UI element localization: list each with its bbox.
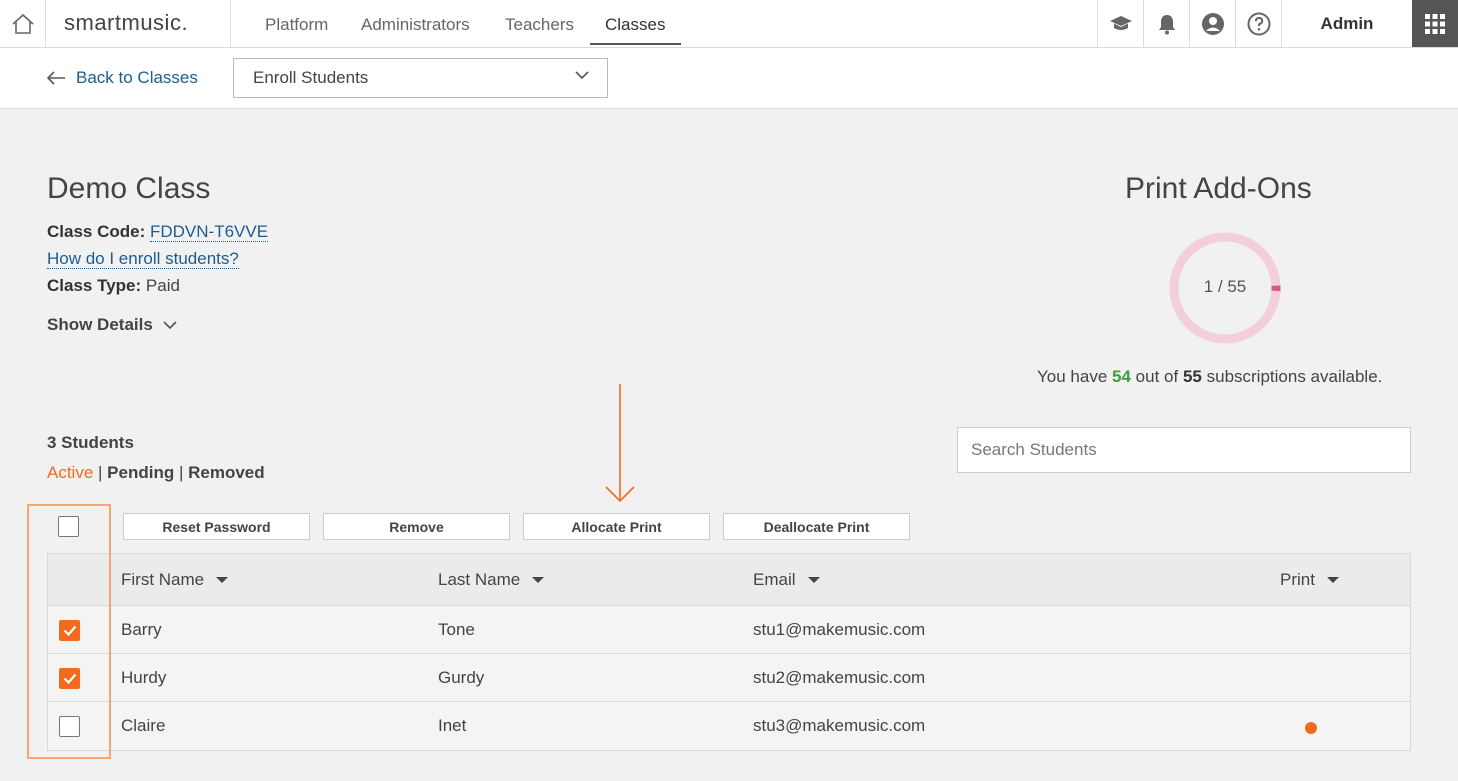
first-name-cell: Claire xyxy=(121,716,166,735)
chevron-down-icon xyxy=(575,71,589,80)
back-to-classes-link[interactable]: Back to Classes xyxy=(46,68,198,88)
column-last-name[interactable]: Last Name xyxy=(438,570,545,590)
subs-available: 54 xyxy=(1112,367,1131,386)
subs-prefix: You have xyxy=(1037,367,1108,386)
chevron-down-icon xyxy=(163,320,177,329)
divider xyxy=(230,0,231,47)
print-allocated-dot xyxy=(1305,722,1317,734)
class-type-value: Paid xyxy=(145,276,180,295)
annotation-arrow-icon xyxy=(605,384,635,503)
column-label: First Name xyxy=(121,570,205,589)
graduation-cap-icon xyxy=(1109,15,1132,30)
first-name-cell: Barry xyxy=(121,620,162,639)
bell-icon xyxy=(1158,14,1175,34)
top-navigation-bar: smartmusic. Platform Administrators Teac… xyxy=(0,0,1458,48)
class-view-select[interactable]: Enroll Students xyxy=(233,58,608,98)
smartmusic-logo[interactable]: smartmusic. xyxy=(64,10,188,36)
table-row[interactable]: Barry Tone stu1@makemusic.com xyxy=(48,606,1410,654)
home-button[interactable] xyxy=(0,0,46,47)
email-cell: stu3@makemusic.com xyxy=(753,716,926,735)
sub-header: Back to Classes Enroll Students xyxy=(0,48,1458,109)
show-details-toggle[interactable]: Show Details xyxy=(47,315,177,335)
column-label: Print xyxy=(1280,570,1315,589)
filter-active[interactable]: Active xyxy=(47,463,93,482)
remove-button[interactable]: Remove xyxy=(323,513,510,540)
email-cell: stu2@makemusic.com xyxy=(753,668,926,687)
class-code-value[interactable]: FDDVN-T6VVE xyxy=(149,222,269,242)
column-label: Last Name xyxy=(438,570,521,589)
reset-password-button[interactable]: Reset Password xyxy=(123,513,310,540)
email-cell: stu1@makemusic.com xyxy=(753,620,926,639)
class-code-label: Class Code: xyxy=(47,222,146,241)
sort-caret-icon xyxy=(1326,577,1339,583)
search-students-input[interactable] xyxy=(957,427,1411,473)
column-email[interactable]: Email xyxy=(753,570,820,590)
nav-administrators[interactable]: Administrators xyxy=(361,15,470,35)
nav-teachers[interactable]: Teachers xyxy=(505,15,574,35)
deallocate-print-button[interactable]: Deallocate Print xyxy=(723,513,910,540)
students-table: First Name Last Name Email Print Barry T… xyxy=(47,553,1411,751)
last-name-cell: Tone xyxy=(438,620,475,639)
filter-removed[interactable]: Removed xyxy=(188,463,265,482)
enroll-help-link[interactable]: How do I enroll students? xyxy=(47,249,239,269)
subscriptions-summary: You have 54 out of 55 subscriptions avai… xyxy=(1037,367,1382,387)
first-name-cell: Hurdy xyxy=(121,668,167,687)
selection-highlight-box xyxy=(27,504,111,759)
sort-caret-icon xyxy=(532,577,545,583)
filter-pending[interactable]: Pending xyxy=(107,463,174,482)
home-icon xyxy=(11,13,34,34)
filter-separator: | xyxy=(98,463,108,482)
table-header: First Name Last Name Email Print xyxy=(48,554,1410,606)
active-tab-indicator xyxy=(590,43,681,45)
nav-platform[interactable]: Platform xyxy=(265,15,328,35)
last-name-cell: Gurdy xyxy=(438,668,485,687)
filter-separator: | xyxy=(178,463,189,482)
notifications-button[interactable] xyxy=(1143,0,1189,47)
help-icon xyxy=(1247,12,1270,35)
allocate-print-button[interactable]: Allocate Print xyxy=(523,513,710,540)
admin-menu[interactable]: Admin xyxy=(1281,0,1412,47)
sort-caret-icon xyxy=(216,577,229,583)
column-first-name[interactable]: First Name xyxy=(121,570,229,590)
class-type-line: Class Type: Paid xyxy=(47,276,180,296)
apps-button[interactable] xyxy=(1412,0,1458,47)
enroll-help-line: How do I enroll students? xyxy=(47,249,239,269)
sort-caret-icon xyxy=(807,577,820,583)
courses-button[interactable] xyxy=(1097,0,1143,47)
subs-mid: out of xyxy=(1135,367,1179,386)
last-name-cell: Inet xyxy=(438,716,467,735)
account-button[interactable] xyxy=(1189,0,1235,47)
grid-icon xyxy=(1425,13,1445,34)
user-icon xyxy=(1201,12,1224,35)
select-value: Enroll Students xyxy=(253,68,369,87)
print-addons-title: Print Add-Ons xyxy=(1125,172,1312,205)
print-usage-label: 1 / 55 xyxy=(1203,277,1247,296)
help-button[interactable] xyxy=(1235,0,1281,47)
subs-suffix: subscriptions available. xyxy=(1206,367,1383,386)
status-filters: Active | Pending | Removed xyxy=(47,463,265,483)
column-label: Email xyxy=(753,570,796,589)
arrow-left-icon xyxy=(46,71,65,85)
class-code-line: Class Code: FDDVN-T6VVE xyxy=(47,222,269,242)
student-count: 3 Students xyxy=(47,433,134,452)
subs-total: 55 xyxy=(1182,367,1202,386)
show-details-label: Show Details xyxy=(47,315,153,334)
column-print[interactable]: Print xyxy=(1280,570,1339,590)
back-label: Back to Classes xyxy=(76,68,198,87)
class-title: Demo Class xyxy=(47,172,211,205)
nav-classes[interactable]: Classes xyxy=(605,15,665,35)
table-row[interactable]: Claire Inet stu3@makemusic.com xyxy=(48,702,1410,750)
class-type-label: Class Type: xyxy=(47,276,142,295)
table-row[interactable]: Hurdy Gurdy stu2@makemusic.com xyxy=(48,654,1410,702)
